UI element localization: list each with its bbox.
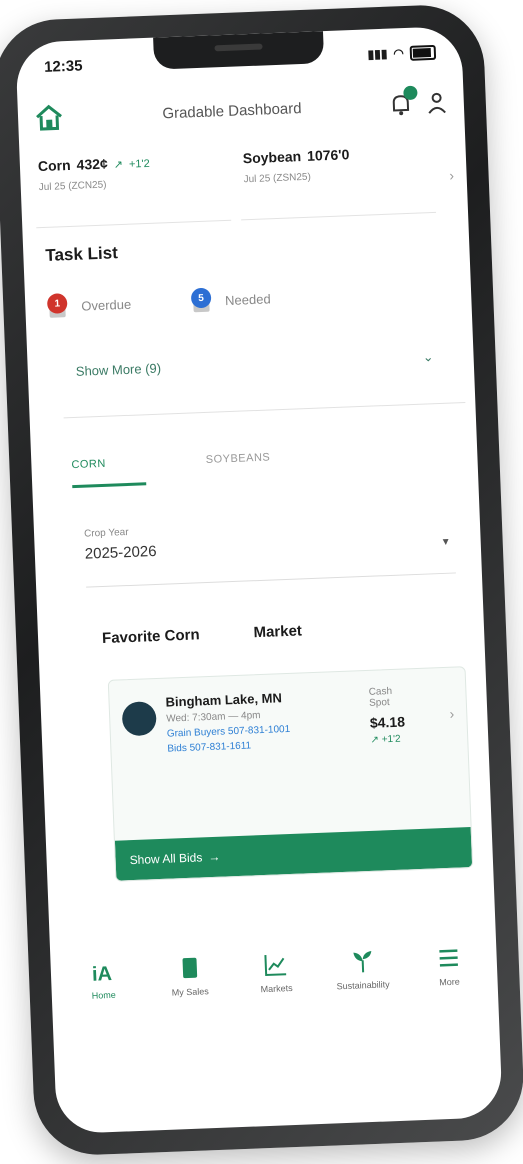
market-name: Bingham Lake, MN bbox=[165, 690, 283, 710]
task-needed-icon: 5 bbox=[190, 287, 218, 314]
futures-prices: Corn 432¢ ↗ +1'2 Jul 25 (ZCN25) Soybean … bbox=[33, 138, 460, 229]
commodity-price: 1076'0 bbox=[306, 146, 350, 164]
status-time: 12:35 bbox=[43, 56, 83, 76]
task-overdue[interactable]: 1 Overdue bbox=[46, 291, 132, 320]
elevator-logo bbox=[121, 701, 157, 737]
user-icon[interactable] bbox=[425, 90, 448, 115]
phone-screen: 12:35 ▮▮▮ ◠ Gradable Dashboard Corn 432¢… bbox=[15, 25, 503, 1135]
nav-label: More bbox=[439, 976, 461, 988]
nav-label: Sustainability bbox=[336, 979, 390, 992]
task-list-title: Task List bbox=[45, 243, 119, 265]
status-icons: ▮▮▮ ◠ bbox=[367, 44, 437, 62]
price-card-soybean[interactable]: Soybean 1076'0 Jul 25 (ZSN25) bbox=[238, 138, 437, 221]
header-actions bbox=[389, 85, 448, 117]
page-title: Gradable Dashboard bbox=[162, 99, 302, 122]
contract-month: Jul 25 (ZCN25) bbox=[38, 179, 107, 194]
bids-phone[interactable]: Bids 507-831-1611 bbox=[167, 736, 361, 754]
task-label: Needed bbox=[224, 290, 271, 308]
chevron-right-icon[interactable]: › bbox=[449, 706, 454, 722]
commodity-name: Corn bbox=[37, 156, 71, 175]
show-more-label: Show More (9) bbox=[75, 360, 162, 379]
phone-frame: 12:35 ▮▮▮ ◠ Gradable Dashboard Corn 432¢… bbox=[0, 3, 523, 1157]
signal-icon: ▮▮▮ bbox=[367, 46, 388, 62]
app-header: Gradable Dashboard bbox=[33, 78, 449, 142]
market-card[interactable]: Bingham Lake, MN Wed: 7:30am — 4pm Grain… bbox=[107, 666, 474, 882]
commodity-price: 432¢ bbox=[76, 155, 109, 173]
notification-badge bbox=[403, 85, 418, 101]
section-divider bbox=[63, 401, 466, 419]
notification-button[interactable] bbox=[389, 85, 418, 117]
nav-sustainability[interactable]: Sustainability bbox=[332, 947, 394, 991]
nav-home[interactable]: iA Home bbox=[72, 957, 134, 1001]
chevron-down-icon: ⌄ bbox=[422, 349, 434, 365]
price-headline: Corn 432¢ ↗ +1'2 bbox=[37, 151, 225, 175]
contract-month: Jul 25 (ZSN25) bbox=[243, 171, 312, 186]
nav-label: My Sales bbox=[171, 986, 209, 998]
price-card-corn[interactable]: Corn 432¢ ↗ +1'2 Jul 25 (ZCN25) bbox=[33, 146, 232, 229]
tab-soybeans[interactable]: SOYBEANS bbox=[206, 451, 272, 482]
task-overdue-icon: 1 bbox=[46, 293, 74, 320]
svg-text:iA: iA bbox=[92, 963, 113, 985]
nav-my-sales[interactable]: My Sales bbox=[159, 954, 221, 998]
bottom-navigation: iA Home My Sales Markets Sustainability … bbox=[71, 916, 479, 1002]
favorites-header: Favorite Corn Market bbox=[101, 617, 454, 648]
nav-markets[interactable]: Markets bbox=[245, 950, 307, 994]
crop-tabs: CORN SOYBEANS bbox=[71, 444, 458, 489]
show-all-bids-label: Show All Bids bbox=[129, 850, 203, 868]
plant-icon bbox=[352, 950, 371, 973]
home-logo-icon: iA bbox=[92, 963, 113, 985]
home-icon[interactable] bbox=[34, 103, 65, 132]
up-arrow-icon: ↗ bbox=[370, 734, 382, 746]
wifi-icon: ◠ bbox=[393, 46, 405, 61]
tab-corn[interactable]: CORN bbox=[71, 456, 147, 489]
up-arrow-icon: ↗ bbox=[113, 158, 124, 172]
price-headline: Soybean 1076'0 bbox=[242, 143, 429, 166]
market-info: Bingham Lake, MN Wed: 7:30am — 4pm Grain… bbox=[165, 687, 360, 754]
nav-label: Home bbox=[91, 989, 117, 1001]
battery-icon bbox=[409, 44, 437, 61]
markets-chart-icon bbox=[264, 954, 287, 977]
bid-price: $4.18 bbox=[369, 713, 406, 731]
market-title: Market bbox=[253, 622, 303, 642]
dropdown-caret-icon: ▼ bbox=[440, 536, 451, 548]
favorite-corn-title: Favorite Corn bbox=[101, 626, 200, 648]
bid-change: ↗ +1'2 bbox=[370, 732, 440, 746]
market-card-body: Bingham Lake, MN Wed: 7:30am — 4pm Grain… bbox=[109, 667, 468, 773]
arrow-right-icon: → bbox=[208, 849, 221, 865]
task-needed[interactable]: 5 Needed bbox=[190, 285, 271, 314]
task-list: 1 Overdue 5 Needed bbox=[46, 278, 452, 320]
chevron-right-icon[interactable]: › bbox=[443, 138, 460, 212]
spot-label: Spot bbox=[368, 697, 390, 709]
task-label: Overdue bbox=[81, 296, 132, 314]
show-more-toggle[interactable]: Show More (9) ⌄ bbox=[76, 349, 434, 379]
market-price: Cash Spot $4.18 ↗ +1'2 bbox=[369, 684, 441, 747]
menu-icon bbox=[439, 949, 458, 967]
show-all-bids-button[interactable]: Show All Bids → bbox=[114, 827, 473, 881]
nav-label: Markets bbox=[260, 983, 293, 995]
bid-change-value: +1'2 bbox=[381, 733, 401, 746]
crop-year-select[interactable]: Crop Year 2025-2026 ▼ bbox=[83, 514, 456, 588]
nav-more[interactable]: More bbox=[418, 944, 480, 988]
price-change: +1'2 bbox=[128, 157, 150, 171]
commodity-name: Soybean bbox=[242, 148, 302, 167]
sales-icon bbox=[182, 957, 197, 979]
